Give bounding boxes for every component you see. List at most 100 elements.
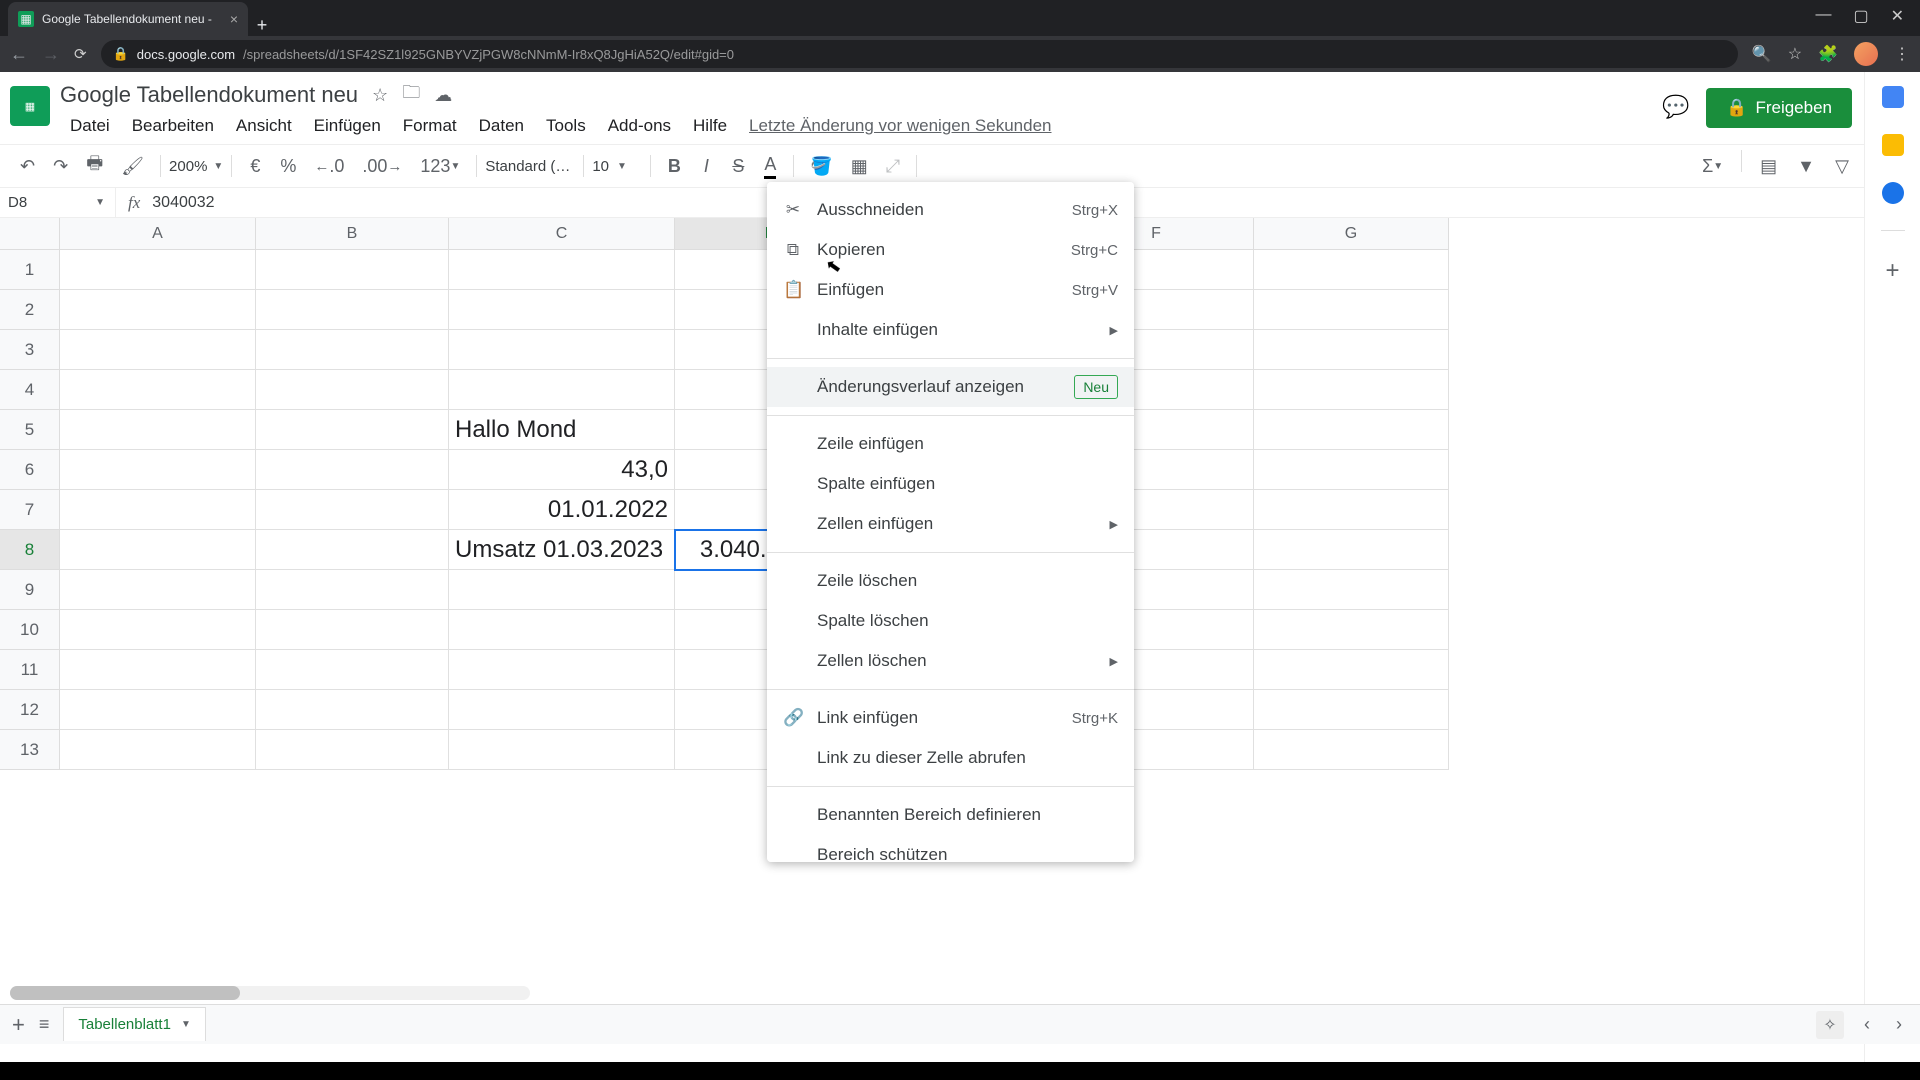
cell-A11[interactable] (60, 650, 256, 690)
cell-A3[interactable] (60, 330, 256, 370)
cell-G3[interactable] (1254, 330, 1449, 370)
cell-G7[interactable] (1254, 490, 1449, 530)
document-title[interactable]: Google Tabellendokument neu (60, 82, 358, 108)
ctx-inhalte-einf-gen[interactable]: •Inhalte einfügen▶ (767, 310, 1134, 350)
cloud-status-icon[interactable]: ☁ (434, 85, 452, 106)
cell-G10[interactable] (1254, 610, 1449, 650)
menu-format[interactable]: Format (393, 114, 467, 138)
explore-button[interactable]: ✧ (1816, 1011, 1844, 1039)
reload-button[interactable]: ⟳ (74, 45, 87, 63)
row-header-2[interactable]: 2 (0, 290, 60, 330)
cell-C8[interactable]: Umsatz 01.03.2023 (449, 530, 675, 570)
menu-tools[interactable]: Tools (536, 114, 596, 138)
cell-C9[interactable] (449, 570, 675, 610)
cell-B13[interactable] (256, 730, 449, 770)
ctx-einf-gen[interactable]: 📋EinfügenStrg+V (767, 270, 1134, 310)
cell-B8[interactable] (256, 530, 449, 570)
cell-A7[interactable] (60, 490, 256, 530)
cell-A12[interactable] (60, 690, 256, 730)
new-tab-button[interactable]: + (248, 15, 276, 36)
minimize-icon[interactable]: — (1815, 6, 1831, 26)
cell-G6[interactable] (1254, 450, 1449, 490)
comments-icon[interactable]: 💬 (1662, 94, 1690, 122)
cell-G13[interactable] (1254, 730, 1449, 770)
cell-G8[interactable] (1254, 530, 1449, 570)
cell-A10[interactable] (60, 610, 256, 650)
print-button[interactable]: 🖶 (78, 145, 111, 187)
merge-button[interactable]: ⤢ (878, 150, 908, 183)
menu-bearbeiten[interactable]: Bearbeiten (122, 114, 224, 138)
row-header-9[interactable]: 9 (0, 570, 60, 610)
functions-button[interactable]: Σ▼ (1694, 150, 1731, 183)
addons-plus-icon[interactable]: + (1885, 257, 1899, 285)
column-header-B[interactable]: B (256, 218, 449, 250)
row-header-1[interactable]: 1 (0, 250, 60, 290)
cell-A4[interactable] (60, 370, 256, 410)
forward-button[interactable]: → (42, 44, 60, 65)
bookmark-icon[interactable]: ☆ (1788, 44, 1802, 64)
cell-C2[interactable] (449, 290, 675, 330)
cell-B5[interactable] (256, 410, 449, 450)
ctx-zellen-l-schen[interactable]: •Zellen löschen▶ (767, 641, 1134, 681)
close-window-icon[interactable]: ✕ (1891, 6, 1904, 26)
name-box[interactable]: D8▼ (0, 188, 116, 217)
cell-G5[interactable] (1254, 410, 1449, 450)
row-header-12[interactable]: 12 (0, 690, 60, 730)
cell-B9[interactable] (256, 570, 449, 610)
row-header-11[interactable]: 11 (0, 650, 60, 690)
ctx-ausschneiden[interactable]: ✂AusschneidenStrg+X (767, 190, 1134, 230)
cell-G2[interactable] (1254, 290, 1449, 330)
cell-A13[interactable] (60, 730, 256, 770)
borders-button[interactable]: ▦ (843, 150, 876, 183)
menu-ansicht[interactable]: Ansicht (226, 114, 302, 138)
cell-G12[interactable] (1254, 690, 1449, 730)
percent-button[interactable]: % (272, 150, 304, 183)
cell-A2[interactable] (60, 290, 256, 330)
ctx-zellen-einf-gen[interactable]: •Zellen einfügen▶ (767, 504, 1134, 544)
ctx-spalte-einf-gen[interactable]: •Spalte einfügen (767, 464, 1134, 504)
extensions-icon[interactable]: 🧩 (1818, 44, 1838, 64)
cell-C10[interactable] (449, 610, 675, 650)
ctx-link-einf-gen[interactable]: 🔗Link einfügenStrg+K (767, 698, 1134, 738)
row-header-5[interactable]: 5 (0, 410, 60, 450)
star-icon[interactable]: ☆ (372, 85, 388, 106)
horizontal-scrollbar-thumb[interactable] (10, 986, 240, 1000)
increase-decimal-button[interactable]: .00→ (354, 150, 410, 183)
ctx-zeile-einf-gen[interactable]: •Zeile einfügen (767, 424, 1134, 464)
sheets-logo-icon[interactable]: ▦ (10, 86, 50, 126)
formula-input[interactable]: 3040032 (152, 194, 214, 212)
sheet-tab[interactable]: Tabellenblatt1▼ (63, 1007, 205, 1041)
cell-B7[interactable] (256, 490, 449, 530)
cell-G11[interactable] (1254, 650, 1449, 690)
zoom-indicator-icon[interactable]: 🔍 (1752, 44, 1772, 64)
row-header-4[interactable]: 4 (0, 370, 60, 410)
cell-B12[interactable] (256, 690, 449, 730)
share-button[interactable]: 🔒 Freigeben (1706, 88, 1852, 128)
cell-C1[interactable] (449, 250, 675, 290)
cell-B1[interactable] (256, 250, 449, 290)
close-tab-icon[interactable]: × (230, 11, 238, 27)
ctx-link-zu-dieser-zelle-abrufen[interactable]: •Link zu dieser Zelle abrufen (767, 738, 1134, 778)
ctx-benannten-bereich-definieren[interactable]: •Benannten Bereich definieren (767, 795, 1134, 835)
kebab-menu-icon[interactable]: ⋮ (1894, 44, 1910, 64)
cell-C12[interactable] (449, 690, 675, 730)
row-header-13[interactable]: 13 (0, 730, 60, 770)
row-header-10[interactable]: 10 (0, 610, 60, 650)
strike-button[interactable]: S (723, 150, 753, 183)
ctx-zeile-l-schen[interactable]: •Zeile löschen (767, 561, 1134, 601)
paint-format-button[interactable]: 🖌 (113, 150, 152, 183)
cell-B2[interactable] (256, 290, 449, 330)
filter-create-button[interactable]: ▤ (1752, 150, 1785, 183)
currency-button[interactable]: € (240, 150, 270, 183)
back-button[interactable]: ← (10, 44, 28, 65)
column-header-G[interactable]: G (1254, 218, 1449, 250)
cell-B6[interactable] (256, 450, 449, 490)
calendar-icon[interactable] (1882, 86, 1904, 108)
zoom-select[interactable]: 200%▼ (169, 158, 223, 175)
last-edit-link[interactable]: Letzte Änderung vor wenigen Sekunden (739, 114, 1061, 138)
text-color-button[interactable]: A (755, 148, 785, 185)
cell-B4[interactable] (256, 370, 449, 410)
menu-hilfe[interactable]: Hilfe (683, 114, 737, 138)
add-sheet-button[interactable]: + (12, 1012, 25, 1038)
font-size-select[interactable]: 10▼ (592, 158, 642, 175)
